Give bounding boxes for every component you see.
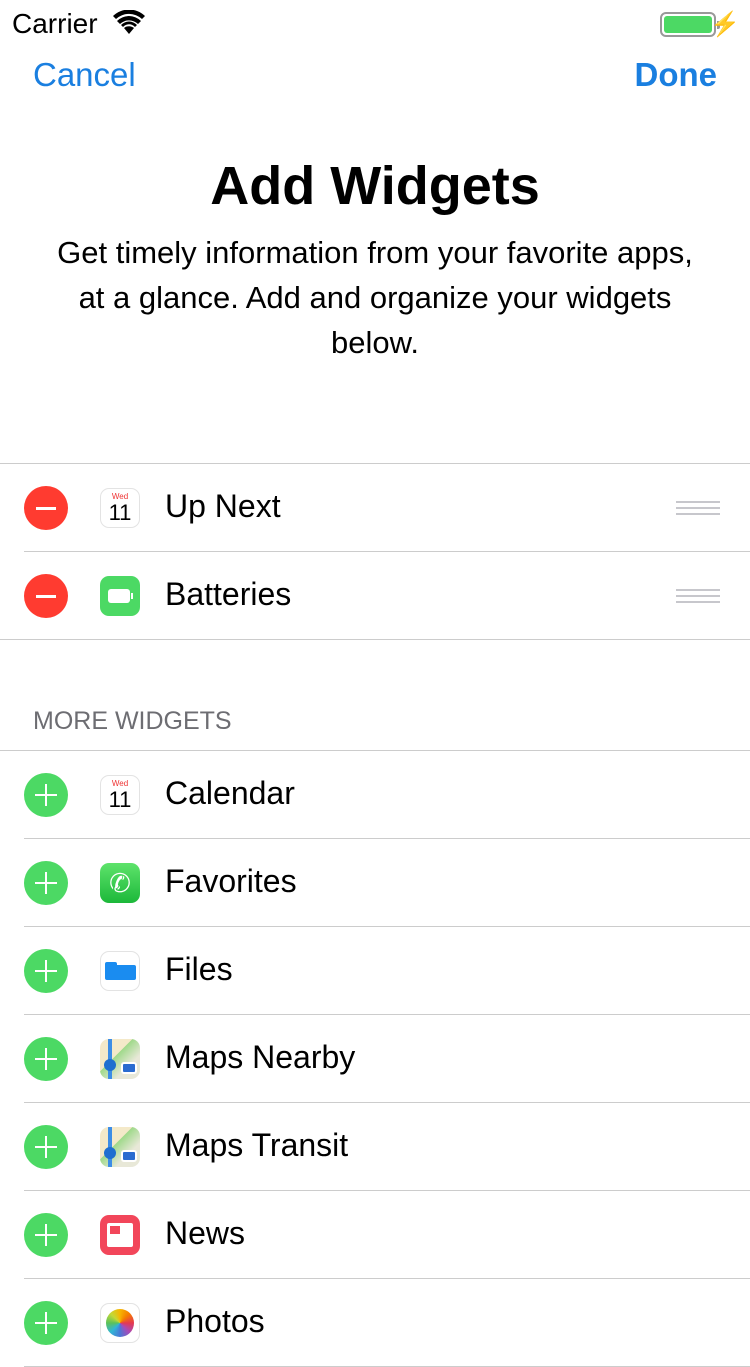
page-title: Add Widgets <box>210 156 540 216</box>
done-button[interactable]: Done <box>635 56 718 94</box>
add-button[interactable] <box>24 1125 68 1169</box>
batteries-icon <box>100 576 140 616</box>
widget-row-favorites: ✆ Favorites <box>0 839 750 927</box>
add-button[interactable] <box>24 1301 68 1345</box>
widget-row-up-next: Wed 11 Up Next <box>0 464 750 552</box>
widget-row-maps-nearby: Maps Nearby <box>0 1015 750 1103</box>
widget-label: Batteries <box>165 576 292 612</box>
carrier-label: Carrier <box>12 8 98 39</box>
page-subtitle: Get timely information from your favorit… <box>57 235 693 360</box>
widget-row-news: News <box>0 1191 750 1279</box>
widget-label: Maps Nearby <box>165 1039 356 1075</box>
widget-label: Calendar <box>165 775 295 811</box>
widget-row-calendar: Wed 11 Calendar <box>0 751 750 839</box>
calendar-date: 11 <box>108 787 132 812</box>
status-bar: Carrier ⚡ <box>0 0 750 40</box>
widget-row-maps-transit: Maps Transit <box>0 1103 750 1191</box>
reorder-handle-icon[interactable] <box>676 501 720 515</box>
battery-icon <box>660 12 720 37</box>
maps-icon <box>100 1127 140 1167</box>
widget-row-files: Files <box>0 927 750 1015</box>
add-button[interactable] <box>24 949 68 993</box>
widget-label: Files <box>165 951 233 987</box>
files-icon <box>100 951 140 991</box>
widget-label: Up Next <box>165 488 281 524</box>
news-icon <box>100 1215 140 1255</box>
widget-label: Favorites <box>165 863 297 899</box>
add-button[interactable] <box>24 773 68 817</box>
remove-button[interactable] <box>24 486 68 530</box>
phone-icon: ✆ <box>100 863 140 903</box>
widget-label: Photos <box>165 1303 265 1339</box>
add-button[interactable] <box>24 861 68 905</box>
charging-icon: ⚡ <box>710 11 740 38</box>
widget-row-batteries: Batteries <box>0 552 750 640</box>
widget-label: Maps Transit <box>165 1127 349 1163</box>
remove-button[interactable] <box>24 574 68 618</box>
maps-icon <box>100 1039 140 1079</box>
enabled-widgets-list: Wed 11 Up Next Batteries <box>0 463 750 640</box>
photos-icon <box>100 1303 140 1343</box>
add-button[interactable] <box>24 1213 68 1257</box>
calendar-date: 11 <box>108 500 132 525</box>
reorder-handle-icon[interactable] <box>676 589 720 603</box>
section-header-more-widgets: MORE WIDGETS <box>33 707 232 735</box>
calendar-icon: Wed 11 <box>100 488 140 528</box>
widget-row-photos: Photos <box>0 1279 750 1367</box>
widget-label: News <box>165 1215 246 1251</box>
add-button[interactable] <box>24 1037 68 1081</box>
calendar-icon: Wed 11 <box>100 775 140 815</box>
wifi-icon <box>113 10 145 34</box>
more-widgets-list: Wed 11 Calendar ✆ Favorites Files Maps Ne… <box>0 750 750 1367</box>
cancel-button[interactable]: Cancel <box>33 56 136 94</box>
